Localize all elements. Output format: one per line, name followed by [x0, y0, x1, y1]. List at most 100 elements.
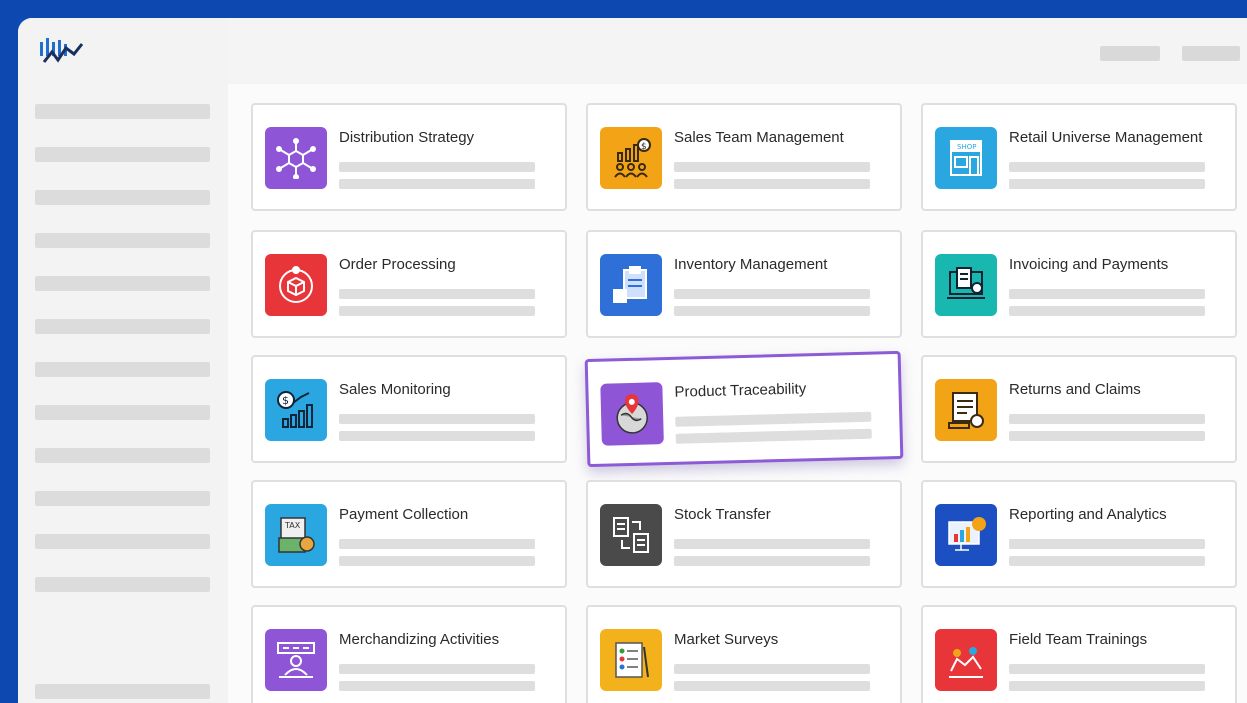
placeholder-line [1009, 681, 1205, 691]
network-cube-icon [265, 127, 327, 189]
module-card-market-surveys[interactable]: Market Surveys [586, 605, 902, 703]
placeholder-line [339, 162, 535, 172]
sidebar-item-7[interactable] [35, 362, 210, 377]
placeholder-line [1009, 664, 1205, 674]
placeholder-line [1009, 414, 1205, 424]
placeholder-line [339, 664, 535, 674]
placeholder-line [674, 539, 870, 549]
placeholder-line [1009, 289, 1205, 299]
sidebar-item-11[interactable] [35, 534, 210, 549]
module-card-order-processing[interactable]: Order Processing [251, 230, 567, 338]
tax-payment-icon: TAX [265, 504, 327, 566]
placeholder-line [339, 414, 535, 424]
placeholder-line [1009, 431, 1205, 441]
sidebar-item-1[interactable] [35, 104, 210, 119]
module-title: Retail Universe Management [1009, 129, 1203, 146]
header-action-1[interactable] [1100, 46, 1160, 61]
placeholder-line [674, 681, 870, 691]
sidebar-item-9[interactable] [35, 448, 210, 463]
module-title: Stock Transfer [674, 506, 771, 523]
module-card-sales-team-management[interactable]: $ Sales Team Management [586, 103, 902, 211]
analytics-screen-icon [935, 504, 997, 566]
placeholder-line [674, 556, 870, 566]
placeholder-line [674, 306, 870, 316]
svg-text:TAX: TAX [284, 521, 301, 530]
module-card-inventory-management[interactable]: Inventory Management [586, 230, 902, 338]
top-frame-bar [0, 0, 1247, 18]
module-title: Field Team Trainings [1009, 631, 1148, 648]
left-frame-bar [0, 18, 18, 703]
brand-logo-icon[interactable] [38, 36, 84, 70]
presenter-board-icon [265, 629, 327, 691]
money-chart-icon: $ [265, 379, 327, 441]
placeholder-line [674, 664, 870, 674]
sidebar-item-12[interactable] [35, 577, 210, 592]
sidebar-item-8[interactable] [35, 405, 210, 420]
placeholder-line [675, 428, 872, 444]
placeholder-line [1009, 162, 1205, 172]
invoice-screen-icon [935, 254, 997, 316]
module-card-field-team-trainings[interactable]: Field Team Trainings [921, 605, 1237, 703]
module-title: Sales Monitoring [339, 381, 451, 398]
module-title: Sales Team Management [674, 129, 844, 146]
module-card-invoicing-and-payments[interactable]: Invoicing and Payments [921, 230, 1237, 338]
placeholder-line [674, 162, 870, 172]
globe-pin-icon [600, 382, 664, 446]
module-title: Invoicing and Payments [1009, 256, 1169, 273]
module-title: Returns and Claims [1009, 381, 1141, 398]
svg-text:SHOP: SHOP [957, 143, 976, 151]
placeholder-line [674, 289, 870, 299]
sidebar-item-5[interactable] [35, 276, 210, 291]
sidebar-item-4[interactable] [35, 233, 210, 248]
team-training-icon [935, 629, 997, 691]
placeholder-line [674, 179, 870, 189]
sidebar [18, 18, 228, 703]
module-title: Payment Collection [339, 506, 469, 523]
sidebar-item-10[interactable] [35, 491, 210, 506]
sidebar-item-6[interactable] [35, 319, 210, 334]
svg-text:$: $ [282, 394, 289, 407]
placeholder-line [339, 681, 535, 691]
top-header [228, 18, 1247, 84]
shop-icon: SHOP [935, 127, 997, 189]
placeholder-line [339, 556, 535, 566]
module-title: Market Surveys [674, 631, 779, 648]
placeholder-line [1009, 556, 1205, 566]
sidebar-item-2[interactable] [35, 147, 210, 162]
module-title: Reporting and Analytics [1009, 506, 1167, 523]
placeholder-line [1009, 179, 1205, 189]
document-stamp-icon [935, 379, 997, 441]
sidebar-item-bottom[interactable] [35, 684, 210, 699]
order-box-icon [265, 254, 327, 316]
module-card-payment-collection[interactable]: TAX Payment Collection [251, 480, 567, 588]
placeholder-line [1009, 539, 1205, 549]
module-card-stock-transfer[interactable]: Stock Transfer [586, 480, 902, 588]
app-window: Distribution Strategy $ Sales Team Manag… [18, 18, 1247, 703]
module-card-distribution-strategy[interactable]: Distribution Strategy [251, 103, 567, 211]
svg-text:$: $ [641, 142, 647, 152]
module-card-product-traceability[interactable]: Product Traceability [584, 350, 904, 468]
placeholder-line [339, 289, 535, 299]
module-title: Product Traceability [674, 380, 807, 401]
placeholder-line [339, 539, 535, 549]
sidebar-item-3[interactable] [35, 190, 210, 205]
module-card-returns-and-claims[interactable]: Returns and Claims [921, 355, 1237, 463]
placeholder-line [339, 179, 535, 189]
placeholder-line [339, 431, 535, 441]
module-grid: Distribution Strategy $ Sales Team Manag… [228, 84, 1247, 703]
module-title: Inventory Management [674, 256, 828, 273]
survey-checklist-icon [600, 629, 662, 691]
placeholder-line [339, 306, 535, 316]
clipboard-boxes-icon [600, 254, 662, 316]
module-card-retail-universe-management[interactable]: SHOP Retail Universe Management [921, 103, 1237, 211]
module-title: Distribution Strategy [339, 129, 475, 146]
placeholder-line [675, 411, 872, 427]
module-title: Order Processing [339, 256, 456, 273]
header-action-2[interactable] [1182, 46, 1240, 61]
transfer-docs-icon [600, 504, 662, 566]
module-card-merchandizing-activities[interactable]: Merchandizing Activities [251, 605, 567, 703]
module-title: Merchandizing Activities [339, 631, 500, 648]
module-card-sales-monitoring[interactable]: $ Sales Monitoring [251, 355, 567, 463]
team-growth-icon: $ [600, 127, 662, 189]
module-card-reporting-and-analytics[interactable]: Reporting and Analytics [921, 480, 1237, 588]
